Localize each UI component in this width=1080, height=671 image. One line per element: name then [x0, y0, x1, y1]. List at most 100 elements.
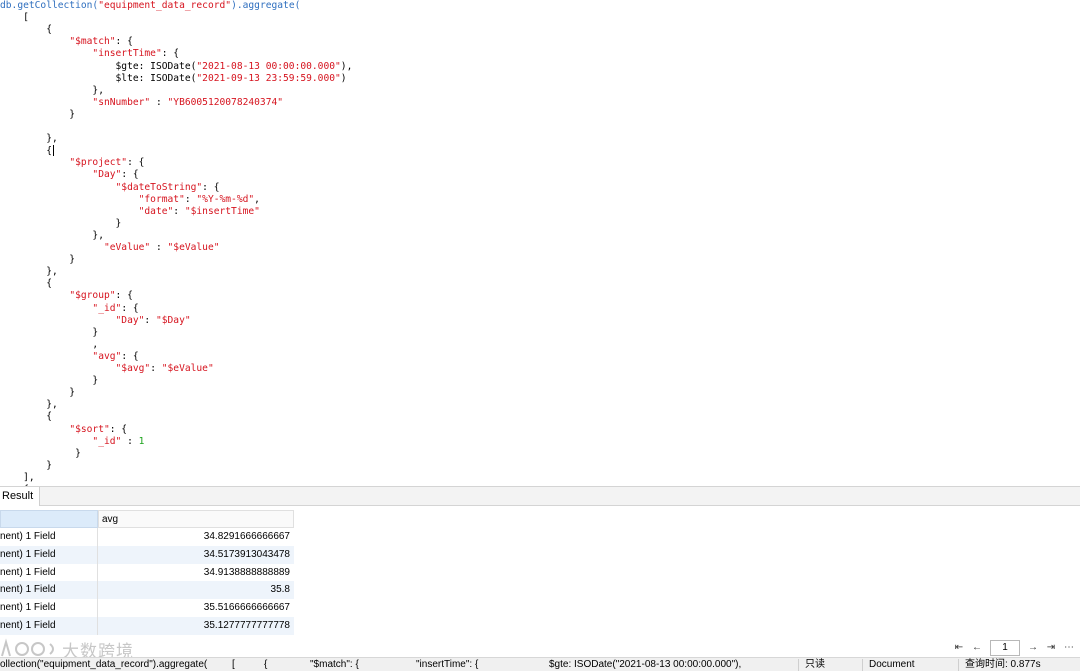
code-token: : {	[121, 302, 139, 314]
code-token: 1	[138, 435, 145, 447]
document-cell[interactable]: nent) 1 Field	[0, 617, 98, 635]
code-line: }	[0, 460, 52, 472]
code-token: "format"	[138, 193, 185, 205]
table-row[interactable]: nent) 1 Field 34.9138888888889	[0, 563, 294, 582]
avg-cell[interactable]: 34.9138888888889	[98, 564, 294, 582]
status-divider	[958, 659, 959, 671]
code-token: :	[150, 363, 162, 374]
code-token: }	[0, 217, 122, 229]
query-editor[interactable]: db.getCollection("equipment_data_record"…	[0, 0, 1080, 486]
code-token: "$avg"	[115, 363, 151, 374]
code-token: $gte: ISODate(	[0, 60, 197, 72]
next-page-icon[interactable]: →	[1024, 640, 1042, 656]
code-token: [	[0, 12, 29, 24]
code-token: : {	[121, 350, 139, 362]
code-token: }	[0, 108, 76, 120]
code-token: ,	[254, 193, 260, 205]
prev-page-icon[interactable]: ←	[968, 640, 986, 656]
code-token: $lte: ISODate(	[0, 72, 197, 84]
more-options-icon[interactable]: ⋯	[1060, 640, 1078, 656]
status-divider	[862, 659, 863, 671]
code-token: ],	[0, 471, 35, 483]
table-row[interactable]: nent) 1 Field 35.8	[0, 581, 294, 600]
code-line: "_id": {	[0, 302, 139, 315]
result-grid[interactable]: avg nent) 1 Field 34.8291666666667 nent) 1…	[0, 507, 1080, 638]
code-line: "eValue" : "$eValue"	[0, 242, 220, 254]
code-token: "$group"	[69, 290, 116, 302]
code-token: "$dateToString"	[115, 181, 203, 193]
code-token: "_id"	[92, 435, 122, 447]
code-token: }	[0, 326, 99, 338]
code-token: : {	[121, 169, 139, 181]
status-bar: ollection("equipment_data_record").aggre…	[0, 657, 1080, 671]
code-token: }	[0, 254, 76, 266]
document-cell[interactable]: nent) 1 Field	[0, 581, 98, 600]
avg-cell[interactable]: 34.5173913043478	[98, 546, 294, 564]
code-token: "$match"	[69, 36, 116, 48]
code-token: "$project"	[69, 157, 128, 169]
table-row[interactable]: nent) 1 Field 34.5173913043478	[0, 545, 294, 564]
code-line: ,	[0, 339, 98, 351]
code-line: "$dateToString": {	[0, 182, 220, 194]
code-line: },	[0, 85, 104, 97]
code-token: {	[0, 278, 52, 290]
code-token: {	[0, 24, 52, 36]
result-tab-bar: Result	[0, 486, 1080, 506]
page-number-input[interactable]: 1	[990, 640, 1020, 656]
status-divider	[798, 659, 799, 671]
avg-cell[interactable]: 35.5166666666667	[98, 599, 294, 617]
code-line: }	[0, 448, 81, 460]
table-row[interactable]: nent) 1 Field 35.5166666666667	[0, 599, 294, 618]
table-row[interactable]: nent) 1 Field 34.8291666666667	[0, 528, 294, 546]
last-page-icon[interactable]: ⇥	[1042, 640, 1060, 656]
avg-cell[interactable]: 34.8291666666667	[98, 528, 294, 546]
tab-result[interactable]: Result	[0, 487, 41, 506]
code-token: ,	[0, 338, 99, 350]
code-line: {	[0, 278, 52, 290]
status-query-bracket: [	[232, 659, 235, 670]
avg-cell[interactable]: 35.1277777777778	[98, 617, 294, 635]
code-line: }	[0, 217, 122, 230]
status-view-mode[interactable]: Document	[869, 658, 915, 671]
code-token: "Day"	[115, 314, 145, 326]
code-token: "$eValue"	[161, 363, 214, 374]
code-line: "snNumber" : "YB6005120078240374"	[0, 97, 283, 109]
code-token: "insertTime"	[92, 48, 162, 60]
code-token: :	[173, 205, 185, 217]
document-cell[interactable]: nent) 1 Field	[0, 563, 98, 582]
code-token: },	[0, 84, 104, 96]
code-line: {	[0, 411, 52, 423]
column-header-avg[interactable]: avg	[98, 510, 294, 528]
code-line: "$sort": {	[0, 424, 127, 436]
code-line: ],	[0, 472, 35, 484]
document-cell[interactable]: nent) 1 Field	[0, 545, 98, 564]
code-line: "$avg": "$eValue"	[0, 363, 214, 375]
code-line: {	[0, 24, 52, 36]
table-row[interactable]: nent) 1 Field 35.1277777777778	[0, 617, 294, 635]
avg-cell[interactable]: 35.8	[98, 581, 294, 599]
code-token: "_id"	[92, 302, 122, 314]
code-line: },	[0, 266, 58, 278]
code-line: db.getCollection("equipment_data_record"…	[0, 0, 300, 12]
code-token: :	[121, 435, 139, 447]
column-header-document[interactable]	[0, 510, 98, 528]
code-line: },	[0, 399, 58, 411]
code-token: }	[0, 459, 52, 471]
code-line: "Day": {	[0, 169, 139, 181]
document-cell[interactable]: nent) 1 Field	[0, 528, 98, 546]
first-page-icon[interactable]: ⇤	[950, 640, 968, 656]
document-cell[interactable]: nent) 1 Field	[0, 599, 98, 618]
code-line: "$group": {	[0, 290, 133, 302]
code-line: "date": "$insertTime"	[0, 206, 260, 218]
code-line: $gte: ISODate("2021-08-13 00:00:00.000")…	[0, 60, 353, 73]
code-line: }	[0, 254, 75, 266]
code-token: },	[0, 399, 58, 411]
code-token: : {	[115, 290, 133, 302]
